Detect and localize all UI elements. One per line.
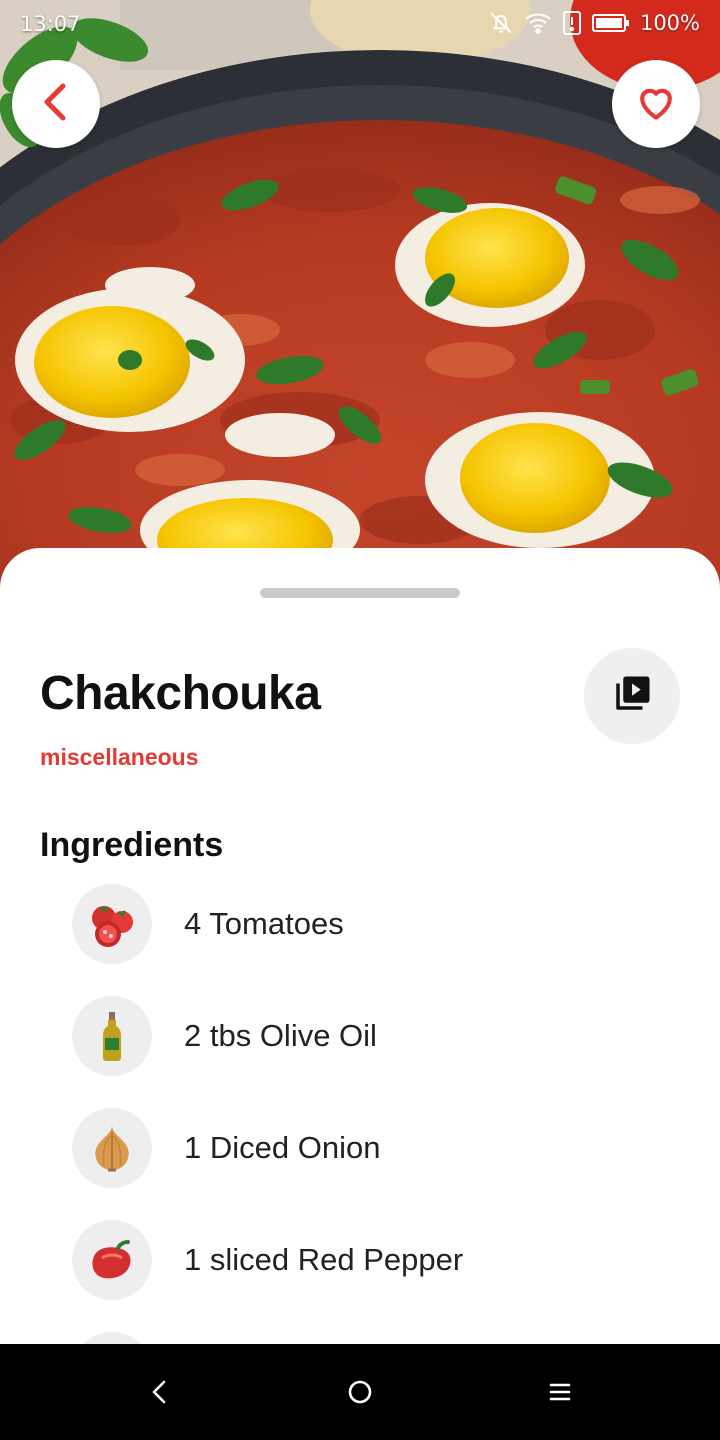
nav-home-icon[interactable]: [336, 1368, 384, 1416]
back-button[interactable]: [12, 60, 100, 148]
nav-menu-icon[interactable]: [536, 1368, 584, 1416]
ingredients-heading: Ingredients: [40, 826, 224, 864]
drag-handle[interactable]: [260, 588, 460, 598]
ingredient-item: 1 Diced Onion: [72, 1108, 692, 1188]
recipe-detail-sheet[interactable]: Chakchouka miscellaneous Ingredients 4 T…: [0, 548, 720, 1344]
ingredient-item: 2 tbs Olive Oil: [72, 996, 692, 1076]
video-library-icon: [611, 673, 653, 720]
alert-icon: [562, 10, 582, 36]
recipe-category: miscellaneous: [40, 744, 199, 770]
wifi-icon: [524, 11, 552, 35]
status-bar: 13:07 100%: [0, 0, 720, 48]
battery-icon: [591, 12, 630, 34]
chevron-left-icon: [39, 82, 73, 127]
red-pepper-icon: [72, 1220, 152, 1300]
ingredient-item: 1 sliced Red Pepper: [72, 1220, 692, 1300]
favorite-button[interactable]: [612, 60, 700, 148]
status-icons: 100%: [488, 10, 700, 36]
ingredient-label: 4 Tomatoes: [184, 906, 344, 941]
alarm-off-icon: [488, 10, 514, 36]
recipe-title: Chakchouka: [40, 667, 321, 720]
olive-oil-icon: [72, 996, 152, 1076]
ingredient-label: 1 sliced Red Pepper: [184, 1242, 464, 1277]
onion-icon: [72, 1108, 152, 1188]
recipe-hero-image: [0, 0, 720, 600]
ingredient-label: 1 Diced Onion: [184, 1130, 381, 1165]
watch-video-button[interactable]: [584, 648, 680, 744]
recipe-detail-screen: 13:07 100% Chakchouka miscellaneous Ingr…: [0, 0, 720, 1440]
ingredient-label: 2 tbs Olive Oil: [184, 1018, 377, 1053]
navigation-bar: [0, 1344, 720, 1440]
nav-back-icon[interactable]: [136, 1368, 184, 1416]
status-time: 13:07: [20, 12, 81, 36]
ingredient-item: [72, 1332, 692, 1344]
heart-outline-icon: [635, 83, 677, 126]
battery-percent: 100%: [639, 11, 700, 35]
ingredients-list: 4 Tomatoes 2 tbs Olive Oil 1 Diced Onion…: [72, 884, 692, 1344]
ingredient-item: 4 Tomatoes: [72, 884, 692, 964]
tomato-icon: [72, 884, 152, 964]
ingredient-thumbnail: [72, 1332, 152, 1344]
